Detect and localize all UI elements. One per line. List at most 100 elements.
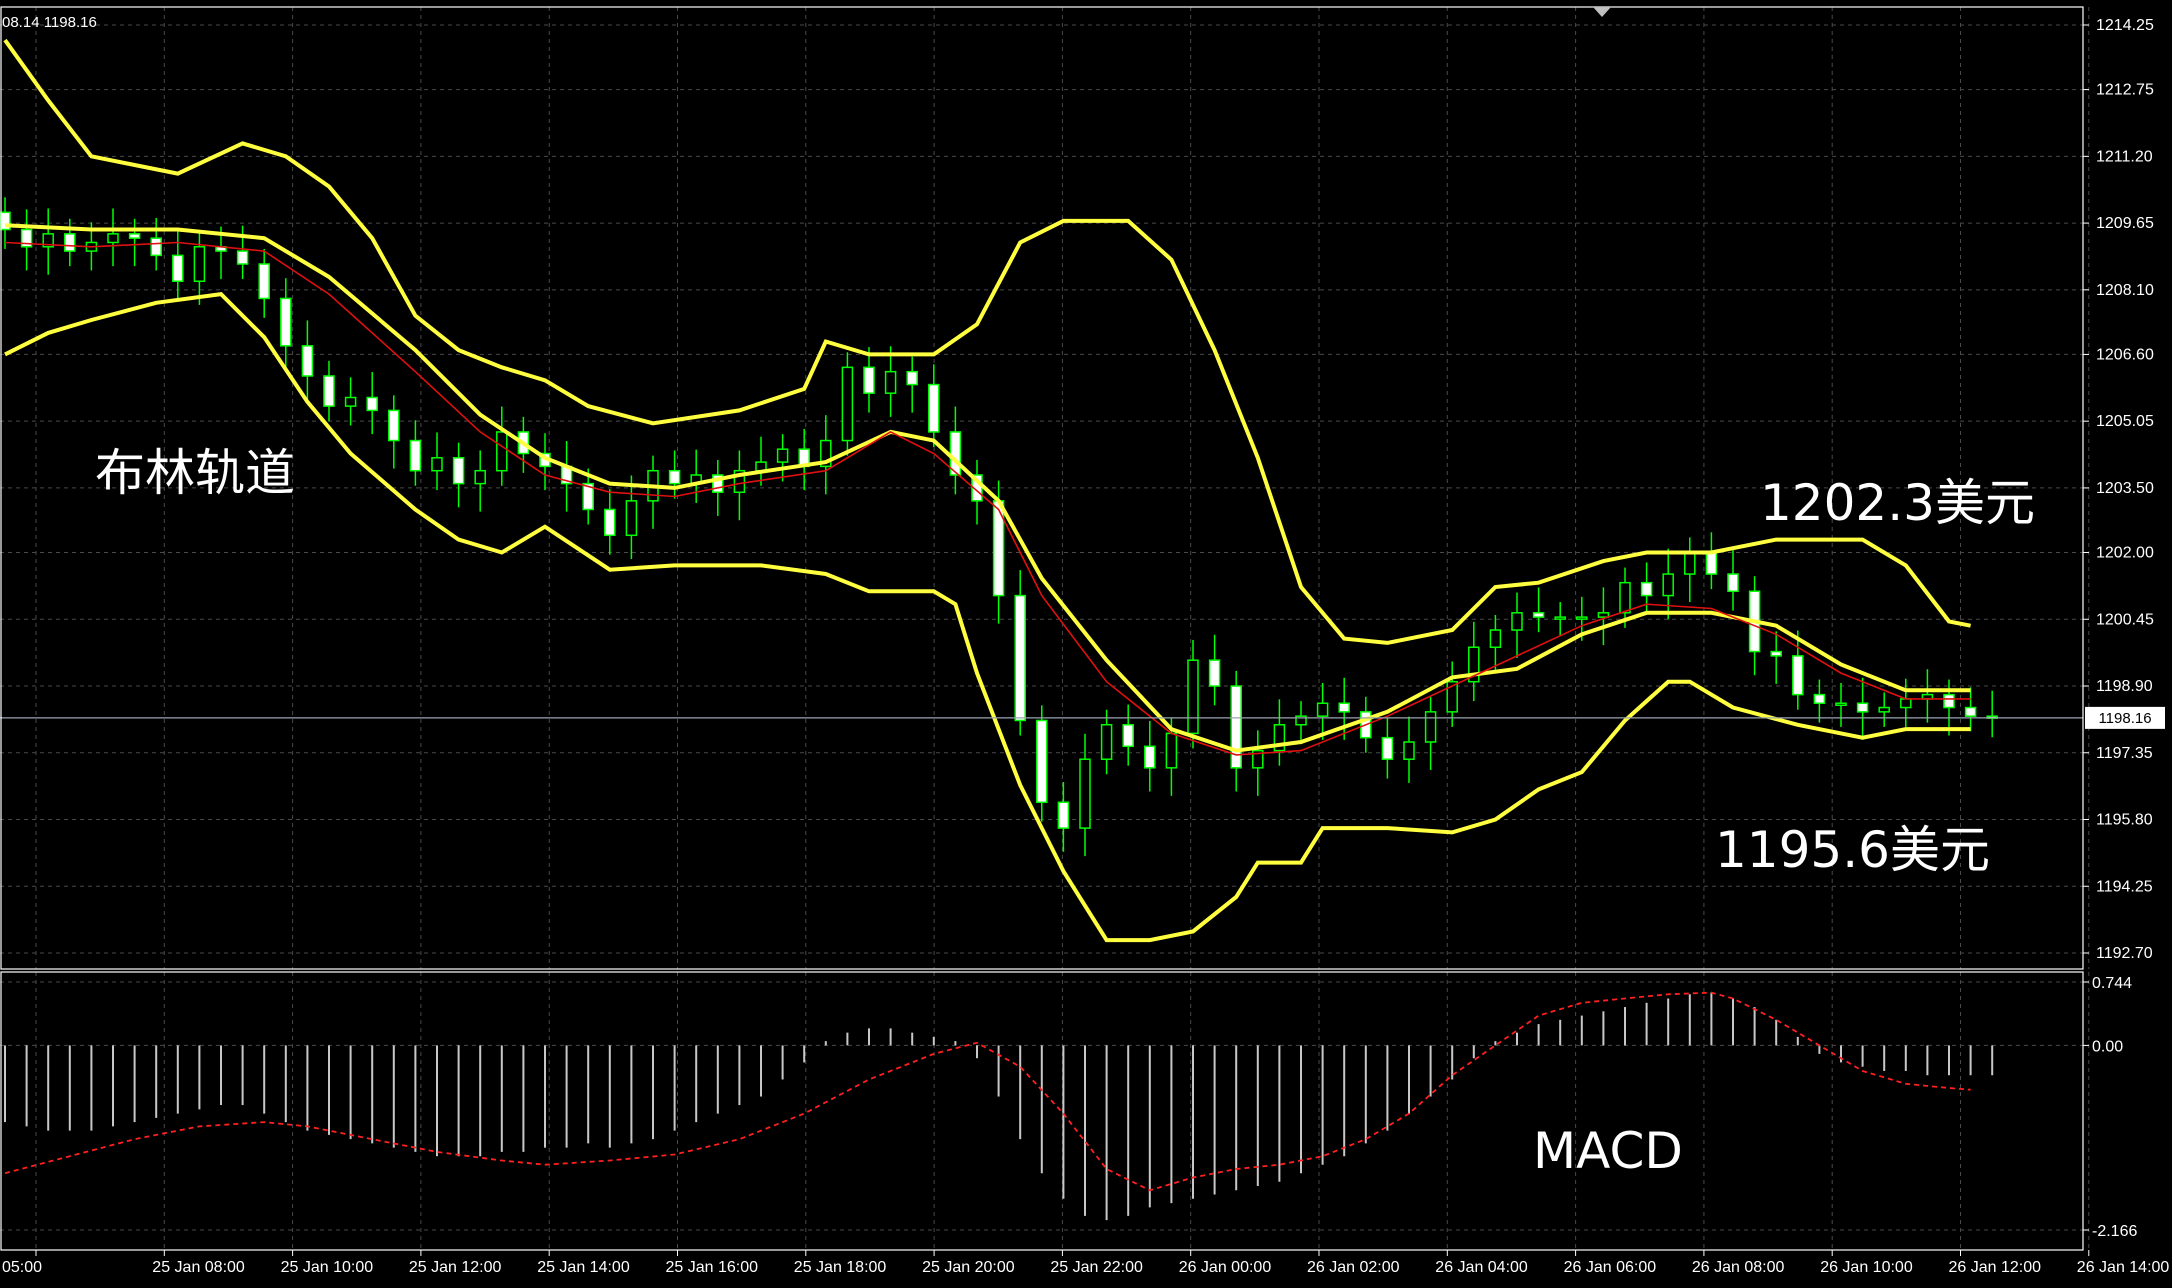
candle-body <box>1144 745 1156 769</box>
time-tick-label: 26 Jan 14:00 <box>2077 1259 2170 1276</box>
candle-body <box>1597 612 1610 618</box>
candle-body <box>474 469 486 485</box>
candle-body <box>1036 719 1048 804</box>
macd-tick-label: 0.00 <box>2092 1038 2123 1055</box>
candle-body <box>344 396 357 407</box>
price-tick-label: 1198.90 <box>2096 678 2153 695</box>
macd-label: MACD <box>1533 1122 1683 1180</box>
candle-body <box>301 345 314 377</box>
candle-body <box>1338 702 1350 713</box>
time-tick-label: 26 Jan 10:00 <box>1820 1259 1913 1276</box>
time-tick-label: 25 Jan 18:00 <box>794 1259 887 1276</box>
candle-body <box>1684 551 1696 575</box>
candle-body <box>1100 724 1113 760</box>
candle-body <box>496 431 508 472</box>
candle-body <box>1856 702 1869 713</box>
time-tick-label: 25 Jan 12:00 <box>409 1259 502 1276</box>
header-info: 08.14 1198.16 <box>2 14 97 31</box>
price-tick-label: 1208.10 <box>2096 282 2154 299</box>
candle-body <box>906 370 918 386</box>
candle-body <box>1165 732 1178 769</box>
candle-body <box>431 457 443 472</box>
time-tick-label: 25 Jan 10:00 <box>281 1259 374 1276</box>
candle-body <box>64 233 76 252</box>
current-price-label: 1198.16 <box>2098 710 2151 727</box>
time-tick-label: 25 Jan 14:00 <box>537 1259 630 1276</box>
lower-band-annotation: 1195.6美元 <box>1715 821 1990 879</box>
macd-tick-label: 0.744 <box>2092 975 2132 992</box>
price-tick-label: 1197.35 <box>2096 745 2153 762</box>
candle-body <box>1554 616 1566 620</box>
price-tick-label: 1203.50 <box>2096 480 2154 497</box>
candle-body <box>776 448 789 463</box>
macd-tick-label: -2.166 <box>2092 1223 2137 1240</box>
current-price-box: 1198.16 <box>2085 706 2165 729</box>
candle-body <box>1014 594 1026 722</box>
candle-body <box>1770 650 1782 657</box>
price-tick-label: 1209.65 <box>2096 215 2154 232</box>
time-tick-label: 26 Jan 00:00 <box>1179 1259 1272 1276</box>
price-tick-label: 1206.60 <box>2096 346 2154 363</box>
candle-body <box>1900 698 1912 709</box>
candle-body <box>928 383 940 433</box>
candle-body <box>863 366 875 394</box>
candle-body <box>409 439 422 472</box>
candle-body <box>1208 659 1221 687</box>
time-tick-label: 26 Jan 06:00 <box>1564 1259 1657 1276</box>
candle-body <box>1964 706 1977 717</box>
candle-body <box>1792 655 1804 696</box>
price-tick-label: 1200.45 <box>2096 611 2154 628</box>
candle-body <box>1878 706 1890 713</box>
price-tick-label: 1202.00 <box>2096 545 2154 562</box>
time-tick-label: 25 Jan 20:00 <box>922 1259 1015 1276</box>
candle-body <box>668 469 681 485</box>
candle-body <box>388 409 400 442</box>
time-tick-label: 26 Jan 08:00 <box>1692 1259 1785 1276</box>
trading-chart: 1214.25 1212.75 1211.20 1209.65 1208.10 1206.… <box>0 0 2172 1288</box>
candle-body <box>107 233 119 244</box>
time-tick-label: 26 Jan 02:00 <box>1307 1259 1400 1276</box>
candle-body <box>1576 616 1588 620</box>
bollinger-label: 布林轨道 <box>95 444 295 502</box>
price-tick-label: 1214.25 <box>2096 17 2154 34</box>
candle-body <box>280 297 292 347</box>
candle-body <box>452 457 465 485</box>
candle-body <box>1511 612 1523 631</box>
candle-body <box>193 246 206 282</box>
candle-body <box>1813 693 1826 704</box>
price-tick-label: 1205.05 <box>2096 413 2154 430</box>
candle-body <box>884 370 897 394</box>
price-tick-label: 1211.20 <box>2096 148 2153 165</box>
candle-body <box>1532 612 1545 618</box>
price-tick-label: 1212.75 <box>2096 82 2154 99</box>
time-tick-label: 25 Jan 08:00 <box>152 1259 245 1276</box>
candle-body <box>1187 659 1199 735</box>
candle-body <box>172 254 184 282</box>
candle-body <box>1943 693 1955 709</box>
candle-body <box>366 396 378 412</box>
candle-body <box>1381 736 1394 760</box>
candle-body <box>1662 573 1674 597</box>
candle-body <box>841 366 854 442</box>
candle-body <box>1835 702 1847 706</box>
price-tick-label: 1192.70 <box>2096 945 2153 962</box>
candle-body <box>1727 573 1739 593</box>
time-tick-label: 25 Jan 16:00 <box>666 1259 759 1276</box>
candle-body <box>1489 629 1502 649</box>
candle-body <box>236 250 249 265</box>
time-tick-label: 25 Jan 22:00 <box>1050 1259 1143 1276</box>
candle-body <box>1057 801 1070 829</box>
candle-body <box>1403 741 1415 760</box>
candle-body <box>604 508 616 537</box>
candle-body <box>258 263 270 300</box>
candle-body <box>1122 724 1134 748</box>
candle-body <box>150 237 162 257</box>
candle-body <box>1705 551 1718 575</box>
candle-body <box>1079 758 1091 829</box>
time-tick-label: 05:00 <box>2 1259 42 1276</box>
price-tick-label: 1194.25 <box>2096 878 2153 895</box>
candle-body <box>1640 581 1653 597</box>
upper-band-annotation: 1202.3美元 <box>1760 474 2035 532</box>
candle-body <box>323 375 335 407</box>
candle-body <box>1316 702 1329 717</box>
